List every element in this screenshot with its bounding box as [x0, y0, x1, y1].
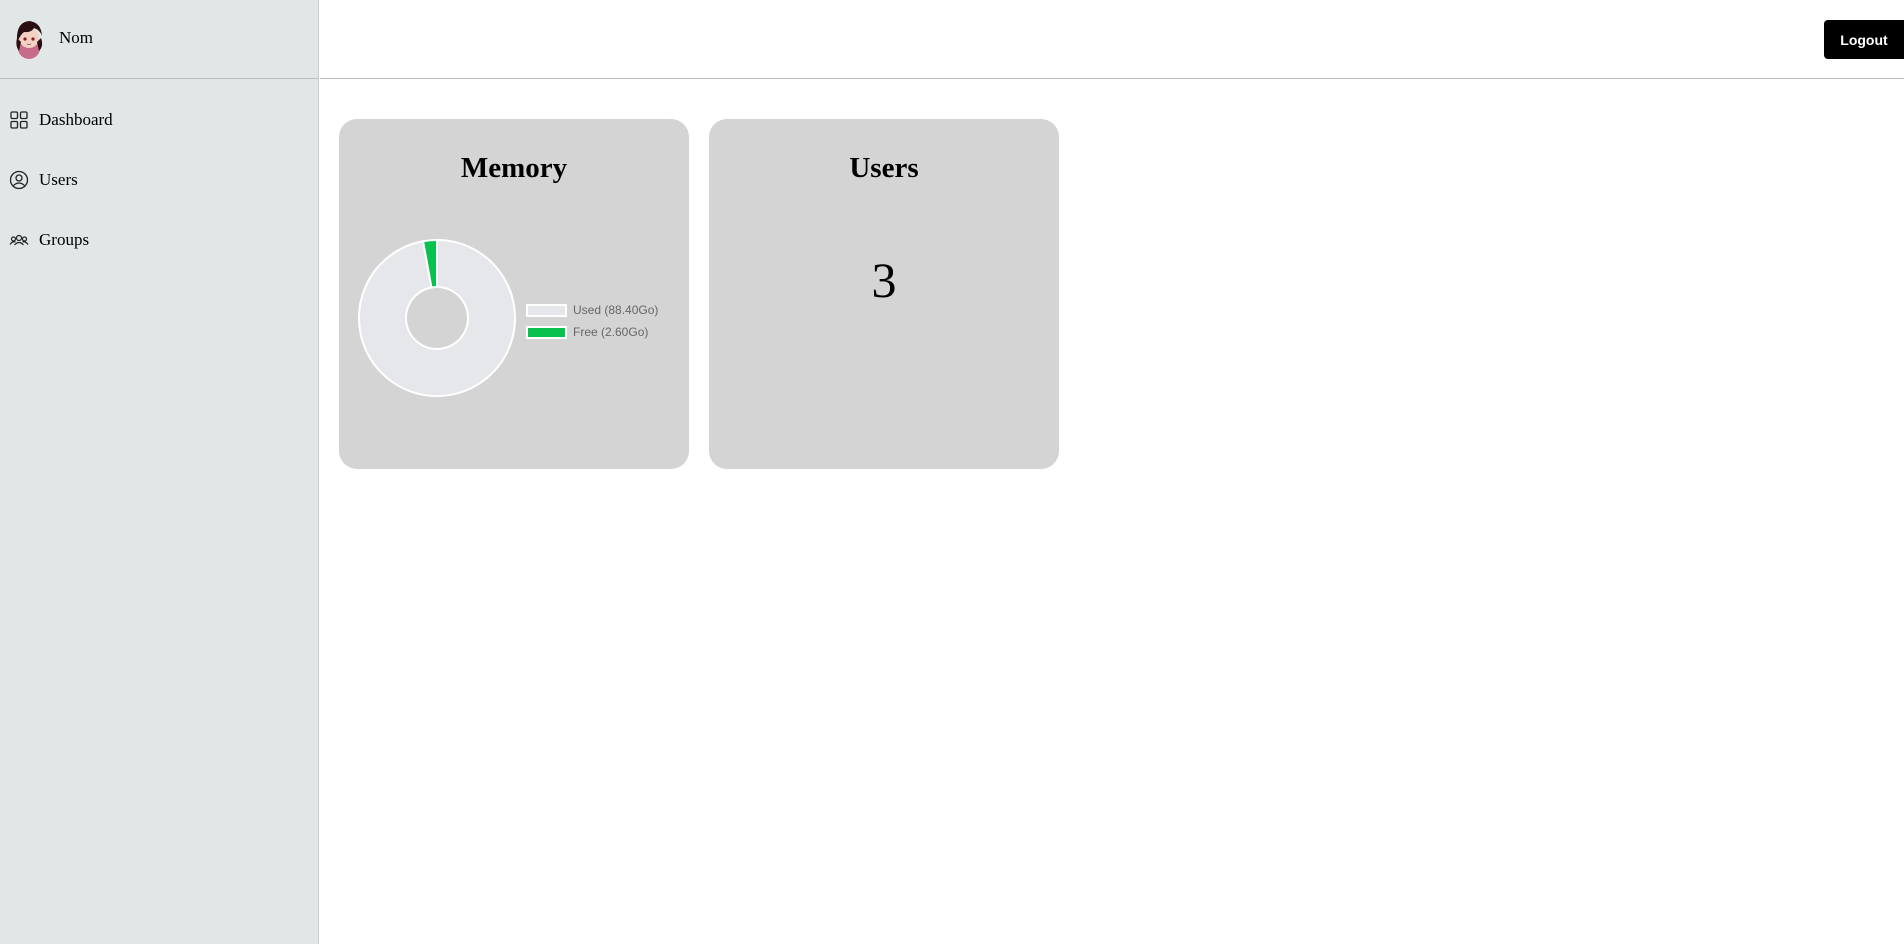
sidebar-item-groups[interactable]: Groups	[9, 228, 89, 252]
sidebar-item-label: Groups	[39, 230, 90, 249]
user-name: Nom	[59, 28, 93, 47]
legend-swatch-free	[526, 325, 567, 339]
user-circle-icon	[9, 170, 29, 190]
topbar: Logout	[320, 0, 1904, 79]
legend-item-free[interactable]: Free (2.60Go)	[526, 321, 658, 343]
memory-card-title: Memory	[460, 152, 568, 184]
legend-swatch-used	[526, 303, 567, 317]
users-card-title: Users	[849, 152, 919, 184]
users-card: Users 3	[709, 119, 1059, 469]
sidebar-item-label: Dashboard	[39, 110, 113, 129]
users-group-icon	[9, 234, 29, 246]
logout-button[interactable]: Logout	[1824, 20, 1904, 59]
sidebar: Nom Dashboard Users Groups	[0, 0, 319, 944]
sidebar-item-users[interactable]: Users	[9, 168, 78, 192]
sidebar-item-dashboard[interactable]: Dashboard	[9, 108, 113, 132]
memory-donut-chart	[358, 238, 516, 397]
legend-item-used[interactable]: Used (88.40Go)	[526, 299, 658, 321]
sidebar-header: Nom	[0, 0, 318, 79]
chart-legend: Used (88.40Go) Free (2.60Go)	[526, 299, 658, 343]
dashboard-grid-icon	[10, 111, 28, 129]
avatar[interactable]	[12, 18, 46, 60]
memory-card: Memory Used (88.40Go) Free (2.60Go)	[339, 119, 689, 469]
users-count: 3	[871, 252, 897, 308]
sidebar-item-label: Users	[39, 170, 78, 189]
legend-label-used: Used (88.40Go)	[573, 303, 659, 317]
legend-label-free: Free (2.60Go)	[573, 325, 649, 339]
